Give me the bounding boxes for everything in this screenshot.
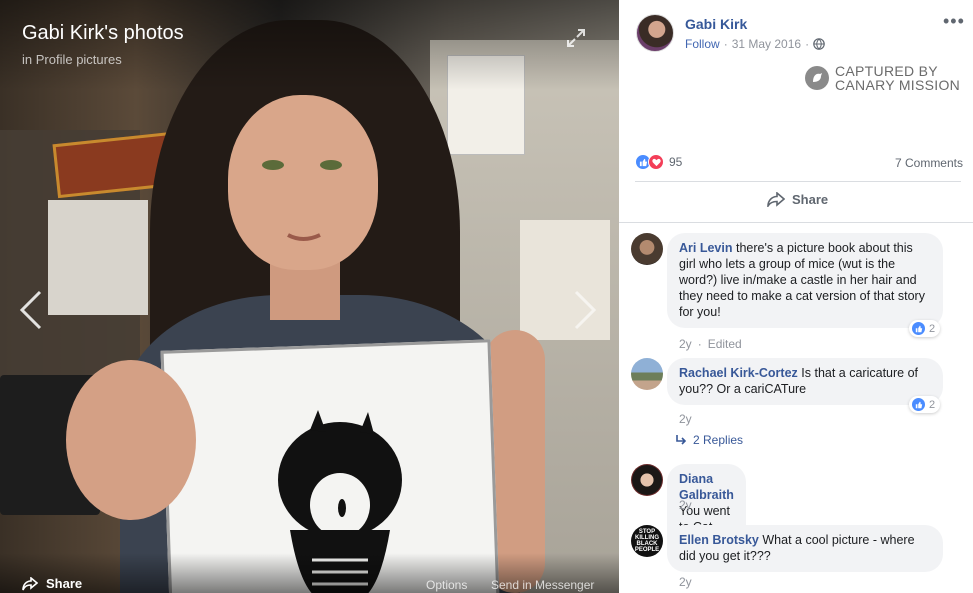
avatar[interactable] xyxy=(631,358,663,390)
caption-gradient xyxy=(0,0,619,90)
photo-background-poster xyxy=(48,200,148,315)
like-icon xyxy=(911,321,926,336)
globe-icon[interactable] xyxy=(813,38,825,50)
post-meta: Follow · 31 May 2016 · xyxy=(685,37,825,51)
reaction-summary[interactable]: 95 xyxy=(635,154,682,170)
meta-separator: · xyxy=(805,37,810,51)
photo-viewer[interactable]: Gabi Kirk's photos in Profile pictures S… xyxy=(0,0,619,593)
comment-bubble: Ari Levin there's a picture book about t… xyxy=(667,233,943,328)
share-icon xyxy=(22,576,38,590)
photo-theater: Gabi Kirk's photos in Profile pictures S… xyxy=(0,0,973,593)
avatar[interactable] xyxy=(631,464,663,496)
canary-logo-icon xyxy=(805,66,829,90)
comment-bubble: Rachael Kirk-Cortez Is that a caricature… xyxy=(667,358,943,405)
meta-separator: · xyxy=(697,337,702,351)
comment-time[interactable]: 2y xyxy=(679,412,692,426)
comment-time[interactable]: 2y xyxy=(679,498,692,512)
author-name[interactable]: Gabi Kirk xyxy=(685,16,747,32)
more-icon[interactable]: ••• xyxy=(943,12,965,30)
share-icon xyxy=(767,192,785,207)
post-details-panel: Gabi Kirk Follow · 31 May 2016 · ••• CAP… xyxy=(619,0,973,593)
comments-list: Ari Levin there's a picture book about t… xyxy=(619,222,973,593)
watermark-line: CAPTURED BY xyxy=(835,63,938,79)
comment-meta: 2y · Edited xyxy=(679,337,742,351)
chevron-left-icon[interactable] xyxy=(18,290,44,330)
comment-author[interactable]: Rachael Kirk-Cortez xyxy=(679,366,798,380)
avatar[interactable] xyxy=(631,233,663,265)
view-replies-link[interactable]: 2 Replies xyxy=(675,433,743,447)
watermark: CAPTURED BY CANARY MISSION xyxy=(805,64,960,92)
options-button[interactable]: Options xyxy=(426,578,467,592)
follow-button[interactable]: Follow xyxy=(685,37,720,51)
comment-reactions[interactable]: 2 xyxy=(909,396,941,413)
comment-reaction-count: 2 xyxy=(929,322,936,335)
comment-meta: 2y xyxy=(679,498,692,512)
comment-author[interactable]: Ellen Brotsky xyxy=(679,533,759,547)
photo-subject-face xyxy=(228,95,378,270)
share-label: Share xyxy=(792,192,829,207)
comment-author[interactable]: Ari Levin xyxy=(679,241,733,255)
comment-reaction-count: 2 xyxy=(929,398,936,411)
photo-subject-hand xyxy=(66,360,196,520)
share-button[interactable]: Share xyxy=(767,192,828,207)
comment-meta: 2y xyxy=(679,412,692,426)
comment-meta: 2y xyxy=(679,575,692,589)
chevron-right-icon[interactable] xyxy=(572,290,598,330)
comment-time[interactable]: 2y xyxy=(679,575,692,589)
comment-bubble: Ellen Brotsky What a cool picture - wher… xyxy=(667,525,943,572)
like-icon xyxy=(911,397,926,412)
comment-reactions[interactable]: 2 xyxy=(909,320,941,337)
avatar[interactable]: STOP KILLING BLACK PEOPLE xyxy=(631,525,663,557)
watermark-line: CANARY MISSION xyxy=(835,77,961,93)
reaction-count: 95 xyxy=(669,155,683,169)
send-in-messenger-button[interactable]: Send in Messenger xyxy=(491,578,594,592)
viewer-share-label: Share xyxy=(46,576,83,591)
post-date[interactable]: 31 May 2016 xyxy=(732,37,801,51)
divider xyxy=(635,181,961,182)
comment-edited: Edited xyxy=(707,337,742,351)
comments-count[interactable]: 7 Comments xyxy=(895,156,963,170)
avatar[interactable] xyxy=(636,14,674,52)
reply-arrow-icon xyxy=(676,435,687,445)
album-title[interactable]: Gabi Kirk's photos xyxy=(22,22,184,45)
comment-time[interactable]: 2y xyxy=(679,337,692,351)
watermark-text: CAPTURED BY CANARY MISSION xyxy=(835,64,960,92)
expand-icon[interactable] xyxy=(566,28,586,48)
meta-separator: · xyxy=(723,37,728,51)
album-subtitle[interactable]: in Profile pictures xyxy=(22,52,122,67)
love-icon xyxy=(648,154,664,170)
viewer-share-button[interactable]: Share xyxy=(22,576,82,591)
replies-label: 2 Replies xyxy=(693,433,744,447)
